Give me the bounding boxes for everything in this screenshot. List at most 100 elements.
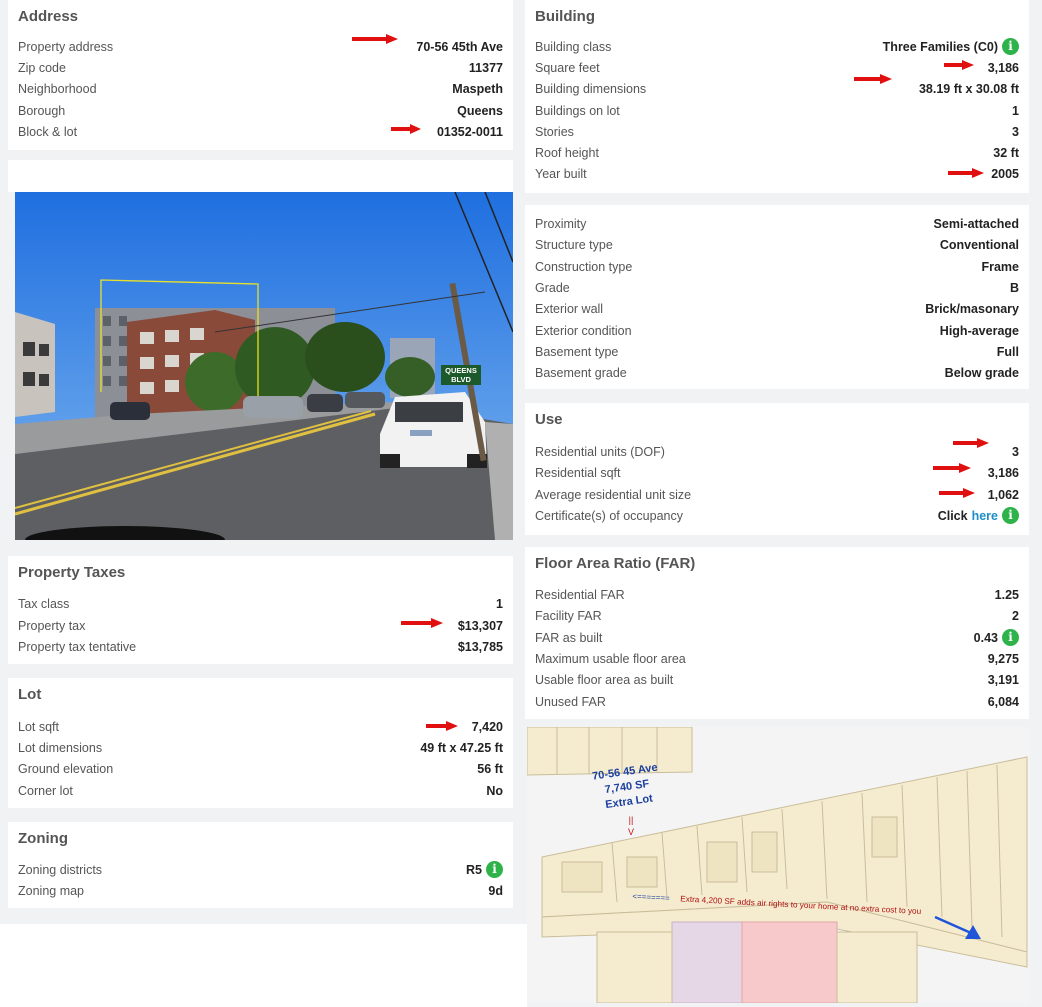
value: 3,186 xyxy=(987,60,1019,75)
value: 1.25 xyxy=(994,587,1019,602)
red-arrow-icon xyxy=(933,463,971,473)
value: Brick/masonary xyxy=(925,301,1019,316)
value: Three Families (C0) xyxy=(882,39,998,54)
label: Exterior condition xyxy=(535,323,632,338)
label: Borough xyxy=(18,103,66,118)
label: Ground elevation xyxy=(18,761,114,776)
row-unused-far: Unused FAR 6,084 xyxy=(535,691,1019,712)
property-taxes-card: Property Taxes Tax class 1 Property tax $1… xyxy=(8,556,513,664)
far-card: Floor Area Ratio (FAR) Residential FAR 1.… xyxy=(525,547,1029,719)
value: B xyxy=(1009,280,1019,295)
row-stories: Stories 3 xyxy=(535,121,1019,142)
label: FAR as built xyxy=(535,630,603,645)
row-neighborhood: Neighborhood Maspeth xyxy=(18,78,503,99)
street-sign-line1: QUEENS xyxy=(445,366,477,375)
value: Full xyxy=(996,344,1019,359)
value: High-average xyxy=(939,323,1019,338)
label: Stories xyxy=(535,124,574,139)
label: Corner lot xyxy=(18,783,73,798)
value: 49 ft x 47.25 ft xyxy=(420,740,503,755)
label: Neighborhood xyxy=(18,81,97,96)
value: 01352-0011 xyxy=(436,124,503,139)
red-arrow-icon xyxy=(854,74,892,84)
label: Zoning map xyxy=(18,883,85,898)
row-basement-type: Basement type Full xyxy=(535,341,1019,362)
value: Queens xyxy=(457,103,503,118)
row-residential-far: Residential FAR 1.25 xyxy=(535,584,1019,605)
row-facility-far: Facility FAR 2 xyxy=(535,605,1019,626)
address-title: Address xyxy=(18,8,79,25)
label: Building class xyxy=(535,39,612,54)
label: Average residential unit size xyxy=(535,487,692,502)
info-icon[interactable]: i xyxy=(1002,629,1019,646)
label: Square feet xyxy=(535,60,600,75)
label: Construction type xyxy=(535,259,633,274)
lot-title: Lot xyxy=(18,686,42,703)
red-arrow-icon xyxy=(391,124,421,134)
building-card: Building Building class Three Families (C… xyxy=(525,0,1029,193)
red-arrow-icon xyxy=(426,721,458,731)
value: 1 xyxy=(496,596,503,611)
label: Year built xyxy=(535,166,587,181)
value: Frame xyxy=(981,259,1019,274)
label: Residential FAR xyxy=(535,587,625,602)
far-title: Floor Area Ratio (FAR) xyxy=(535,555,696,572)
red-arrow-icon xyxy=(944,60,974,70)
row-proximity: Proximity Semi-attached xyxy=(535,213,1019,234)
zoning-map-link[interactable]: 9d xyxy=(488,884,503,898)
row-construction-type: Construction type Frame xyxy=(535,256,1019,277)
label: Zip code xyxy=(18,60,66,75)
row-tax-class: Tax class 1 xyxy=(18,593,503,614)
label: Zoning districts xyxy=(18,862,103,877)
label: Unused FAR xyxy=(535,694,606,709)
label: Facility FAR xyxy=(535,608,602,623)
row-block-lot: Block & lot 01352-0011 xyxy=(18,121,503,142)
row-residential-units: Residential units (DOF) 3 xyxy=(535,441,1019,462)
red-arrow-icon xyxy=(953,438,989,448)
label: Certificate(s) of occupancy xyxy=(535,508,683,523)
label: Buildings on lot xyxy=(535,103,620,118)
label: Grade xyxy=(535,280,570,295)
label: Exterior wall xyxy=(535,301,604,316)
row-usable-floor-area-built: Usable floor area as built 3,191 xyxy=(535,669,1019,690)
label: Tax class xyxy=(18,596,70,611)
row-building-dimensions: Building dimensions 38.19 ft x 30.08 ft xyxy=(535,78,1019,99)
row-zip-code: Zip code 11377 xyxy=(18,57,503,78)
value: 3,191 xyxy=(987,672,1019,687)
label: Block & lot xyxy=(18,124,78,139)
value: Below grade xyxy=(944,365,1019,380)
value: 3 xyxy=(1012,444,1019,459)
info-icon[interactable]: i xyxy=(1002,507,1019,524)
row-lot-dimensions: Lot dimensions 49 ft x 47.25 ft xyxy=(18,737,503,758)
value: 9,275 xyxy=(987,651,1019,666)
building-title: Building xyxy=(535,8,595,25)
value: 3,186 xyxy=(987,465,1019,480)
row-certificate-of-occupancy: Certificate(s) of occupancy Click here i xyxy=(535,505,1019,526)
value: $13,307 xyxy=(457,618,503,633)
value: 32 ft xyxy=(993,145,1019,160)
value: R5 xyxy=(466,862,482,877)
value: 2 xyxy=(1012,608,1019,623)
value: 1,062 xyxy=(987,487,1019,502)
value: Conventional xyxy=(939,237,1019,252)
label: Maximum usable floor area xyxy=(535,651,686,666)
label: Structure type xyxy=(535,237,613,252)
row-exterior-wall: Exterior wall Brick/masonary xyxy=(535,298,1019,319)
street-sign-line2: BLVD xyxy=(451,375,471,384)
tax-lot-map: 70-56 45 Ave 7,740 SF Extra Lot || V <==… xyxy=(527,727,1030,1003)
red-arrow-icon xyxy=(352,34,398,44)
label: Basement grade xyxy=(535,365,627,380)
value: $13,785 xyxy=(457,639,503,654)
certificate-link[interactable]: here xyxy=(972,509,998,523)
info-icon[interactable]: i xyxy=(1002,38,1019,55)
value: 6,084 xyxy=(987,694,1019,709)
value: 7,420 xyxy=(471,719,503,734)
row-building-class: Building class Three Families (C0) i xyxy=(535,36,1019,57)
use-title: Use xyxy=(535,411,563,428)
row-buildings-on-lot: Buildings on lot 1 xyxy=(535,100,1019,121)
value: 2005 xyxy=(991,166,1019,181)
map-down-marker-tip: V xyxy=(628,827,634,837)
lot-card: Lot Lot sqft 7,420 Lot dimensions 49 ft x … xyxy=(8,678,513,808)
value: 38.19 ft x 30.08 ft xyxy=(918,81,1019,96)
info-icon[interactable]: i xyxy=(486,861,503,878)
